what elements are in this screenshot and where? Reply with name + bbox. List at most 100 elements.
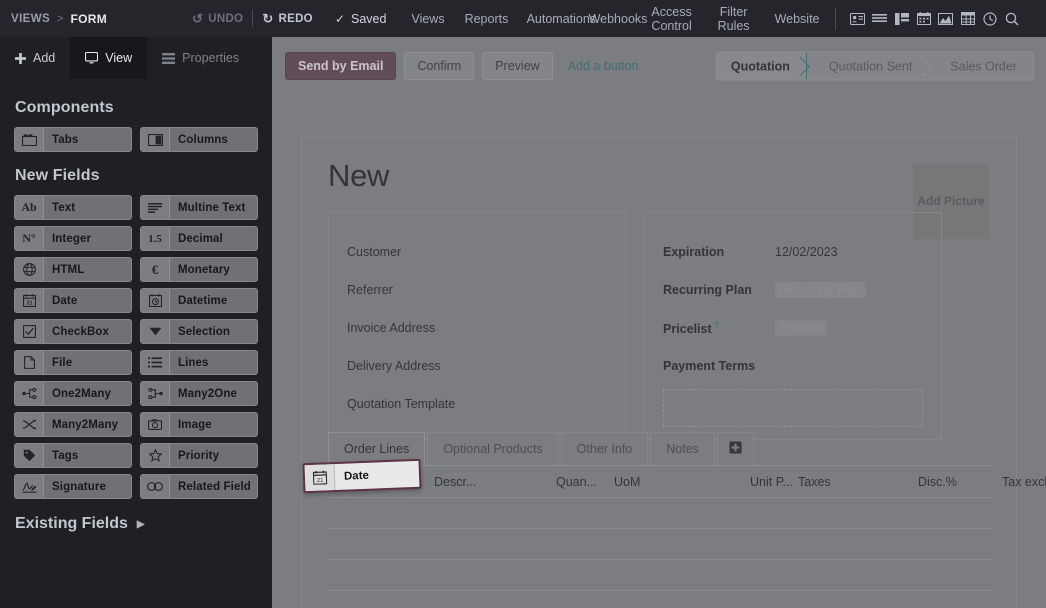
confirm-button[interactable]: Confirm (404, 52, 475, 80)
field-monetary[interactable]: € Monetary (140, 257, 258, 282)
send-by-email-button[interactable]: Send by Email (285, 52, 397, 80)
component-columns[interactable]: Columns (140, 127, 258, 152)
col-discount[interactable]: Disc.% (918, 475, 1002, 489)
sidebar-tab-view-label: View (105, 51, 133, 65)
col-tax-excl[interactable]: Tax excl. (1002, 475, 1046, 489)
value-pricelist[interactable]: Pricelist (775, 320, 827, 336)
signature-icon (15, 475, 44, 498)
nav-item-automations[interactable]: Automations (517, 12, 596, 26)
col-uom[interactable]: UoM (614, 475, 750, 489)
contact-card-icon[interactable] (847, 8, 869, 30)
nav-item-views[interactable]: Views (401, 12, 454, 26)
tab-notes[interactable]: Notes (650, 432, 715, 465)
undo-button[interactable]: ↺ UNDO (183, 11, 252, 27)
field-integer-label: Integer (52, 232, 92, 245)
text-field-icon: Ab (15, 196, 44, 219)
field-integer[interactable]: N° Integer (14, 226, 132, 251)
field-lines[interactable]: Lines (140, 350, 258, 375)
table-row[interactable] (328, 529, 994, 560)
activity-clock-icon[interactable] (979, 8, 1001, 30)
field-many2many[interactable]: Many2Many (14, 412, 132, 437)
components-grid: Tabs Columns (14, 127, 258, 152)
pivot-view-icon[interactable] (957, 8, 979, 30)
table-row[interactable] (328, 591, 994, 608)
tab-other-info[interactable]: Other Info (560, 432, 649, 465)
columns-icon (141, 128, 170, 151)
redo-button[interactable]: ↺ REDO (253, 11, 322, 27)
nav-item-access-control[interactable]: Access Control (641, 5, 703, 33)
calendar-view-icon[interactable] (913, 8, 935, 30)
field-decimal-label: Decimal (178, 232, 223, 245)
col-taxes[interactable]: Taxes (798, 475, 918, 489)
field-drop-zone[interactable] (663, 389, 923, 427)
table-row[interactable] (328, 498, 994, 529)
help-question-icon[interactable]: ? (714, 320, 720, 330)
field-row-recurring-plan: Recurring Plan Recurring Plan (663, 271, 923, 309)
nav-item-reports[interactable]: Reports (455, 12, 517, 26)
preview-button[interactable]: Preview (482, 52, 553, 80)
plus-square-icon (729, 441, 742, 457)
field-text[interactable]: Ab Text (14, 195, 132, 220)
field-decimal[interactable]: 1.5 Decimal (140, 226, 258, 251)
nav-item-webhooks[interactable]: Webhooks (579, 12, 648, 26)
field-tags-label: Tags (52, 449, 79, 462)
screen-icon (85, 52, 99, 64)
field-row-quotation-template: Quotation Template (347, 385, 607, 423)
sidebar-tab-add[interactable]: Add (0, 37, 70, 79)
tab-optional-products[interactable]: Optional Products (427, 432, 559, 465)
field-one2many-label: One2Many (52, 387, 111, 400)
file-icon (15, 351, 44, 374)
history-controls: ↺ UNDO ↺ REDO ✓ Saved (183, 10, 395, 27)
col-quantity[interactable]: Quan... (556, 475, 614, 489)
field-date[interactable]: 21 Date (14, 288, 132, 313)
field-tags[interactable]: Tags (14, 443, 132, 468)
status-sales-order[interactable]: Sales Order (928, 53, 1033, 80)
component-tabs[interactable]: Tabs (14, 127, 132, 152)
label-payment-terms: Payment Terms (663, 359, 756, 373)
date-calendar-icon: 21 (304, 464, 336, 492)
field-signature[interactable]: Signature (14, 474, 132, 499)
field-html[interactable]: HTML (14, 257, 132, 282)
field-row-delivery-address: Delivery Address (347, 347, 607, 385)
search-icon[interactable] (1001, 8, 1023, 30)
field-multiline-text[interactable]: Multine Text (140, 195, 258, 220)
status-quotation-sent[interactable]: Quotation Sent (807, 53, 928, 80)
status-quotation[interactable]: Quotation (716, 52, 807, 80)
field-priority[interactable]: Priority (140, 443, 258, 468)
field-many2one[interactable]: Many2One (140, 381, 258, 406)
many2one-icon (141, 382, 170, 405)
plus-icon (15, 52, 26, 64)
kanban-view-icon[interactable] (891, 8, 913, 30)
add-a-button-link[interactable]: Add a button (561, 59, 639, 73)
field-checkbox[interactable]: CheckBox (14, 319, 132, 344)
list-view-icon[interactable] (869, 8, 891, 30)
add-tab-button[interactable] (716, 432, 754, 465)
field-one2many[interactable]: One2Many (14, 381, 132, 406)
sidebar-tab-properties[interactable]: Properties (147, 37, 254, 79)
col-description[interactable]: Descr... (434, 475, 556, 489)
value-expiration[interactable]: 12/02/2023 (775, 245, 838, 259)
label-recurring-plan: Recurring Plan (663, 283, 752, 297)
sidebar: Add View Properties Components Tabs Colu… (0, 37, 272, 608)
sidebar-tab-view[interactable]: View (70, 37, 148, 79)
top-bar: VIEWS > FORM ↺ UNDO ↺ REDO ✓ Saved Views… (0, 0, 1046, 37)
dragging-field-chip[interactable]: 21 Date (302, 458, 422, 494)
field-datetime[interactable]: Datetime (140, 288, 258, 313)
value-recurring-plan[interactable]: Recurring Plan (775, 282, 866, 298)
nav-item-filter-rules[interactable]: Filter Rules (703, 5, 765, 33)
field-file-label: File (52, 356, 73, 369)
existing-fields-label: Existing Fields (15, 515, 128, 532)
graph-view-icon[interactable] (935, 8, 957, 30)
field-related-field-label: Related Field (178, 480, 251, 493)
col-unit-price[interactable]: Unit P... (750, 475, 798, 489)
notebook-tabs: Order Lines Optional Products Other Info… (328, 432, 994, 465)
nav-item-website[interactable]: Website (765, 12, 827, 26)
existing-fields-toggle[interactable]: Existing Fields ▶ (15, 515, 258, 533)
field-file[interactable]: File (14, 350, 132, 375)
table-row[interactable] (328, 560, 994, 591)
field-image[interactable]: Image (140, 412, 258, 437)
field-selection[interactable]: Selection (140, 319, 258, 344)
field-multiline-text-label: Multine Text (178, 201, 246, 214)
field-related-field[interactable]: Related Field (140, 474, 258, 499)
breadcrumb-views[interactable]: VIEWS (11, 13, 50, 25)
